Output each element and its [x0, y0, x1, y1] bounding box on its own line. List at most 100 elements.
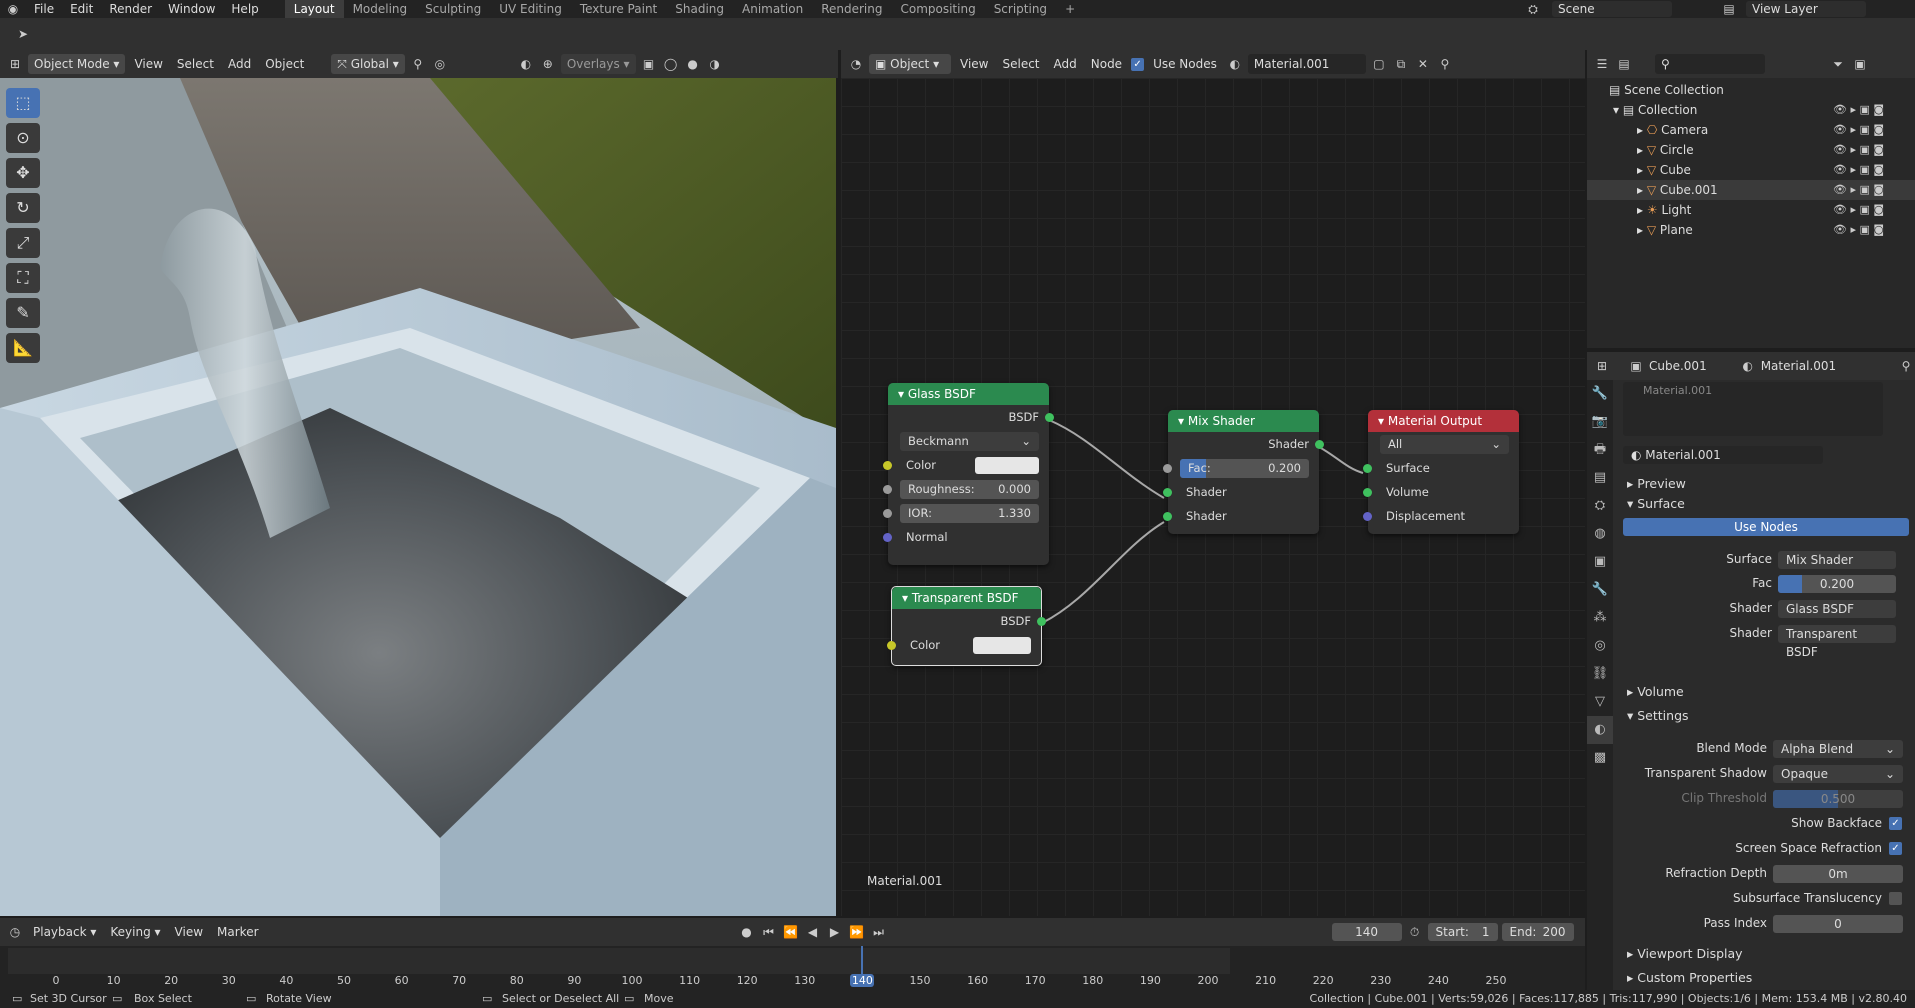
glass-bsdf-node[interactable]: ▾ Glass BSDF BSDF Beckmann ⌄ Color Roughn… — [883, 383, 1054, 565]
preview-range-icon[interactable]: ⏱ — [1406, 923, 1424, 941]
constraints-tab-icon[interactable]: ⛓ — [1587, 660, 1613, 688]
texture-tab-icon[interactable]: ▩ — [1587, 744, 1613, 772]
annotate-tool-icon[interactable]: ✎ — [6, 298, 40, 328]
unlink-material-icon[interactable]: ✕ — [1414, 55, 1432, 73]
use-nodes-button[interactable]: Use Nodes — [1623, 518, 1909, 536]
object-tab-icon[interactable]: ▣ — [1587, 548, 1613, 576]
shader1-prop-field[interactable]: Glass BSDF — [1778, 600, 1896, 618]
blend-mode-dropdown[interactable]: Alpha Blend ⌄ — [1773, 740, 1903, 758]
solid-shading-icon[interactable]: ● — [684, 55, 702, 73]
section-surface[interactable]: ▾ Surface — [1627, 496, 1685, 511]
scene-tab-icon[interactable]: ⛭ — [1587, 492, 1613, 520]
particles-tab-icon[interactable]: ⁂ — [1587, 604, 1613, 632]
outliner-search-field[interactable]: ⚲ — [1655, 54, 1765, 74]
material-name-field[interactable]: Material.001 — [1247, 54, 1366, 74]
timeline-menu-view[interactable]: View — [170, 923, 208, 941]
editor-type-icon[interactable]: ⊞ — [6, 55, 24, 73]
node-menu-select[interactable]: Select — [997, 55, 1044, 73]
jump-end-icon[interactable]: ⏭ — [870, 923, 888, 941]
frame-ruler[interactable]: 0 10 20 30 40 50 60 70 80 90 100 110 120 130 140 150 160… — [0, 974, 1585, 990]
transparent-bsdf-header[interactable]: ▾ Transparent BSDF — [892, 587, 1041, 609]
cursor-tool-icon[interactable]: ⊙ — [6, 123, 40, 153]
scale-tool-icon[interactable]: ⤢ — [6, 228, 40, 258]
select-box-tool-icon[interactable]: ⬚ — [6, 88, 40, 118]
glass-bsdf-output-socket[interactable] — [1045, 413, 1054, 422]
scene-selector[interactable]: Scene — [1552, 1, 1672, 17]
glass-bsdf-header[interactable]: ▾ Glass BSDF — [888, 383, 1049, 405]
tab-animation[interactable]: Animation — [733, 0, 812, 18]
subsurface-checkbox[interactable] — [1889, 892, 1902, 905]
tab-sculpting[interactable]: Sculpting — [416, 0, 490, 18]
visibility-icon[interactable]: 👁 ▸ ▣ ◙ — [1833, 220, 1913, 240]
playhead[interactable] — [861, 946, 864, 974]
fac-socket[interactable] — [1163, 464, 1172, 473]
material-tab-icon[interactable]: ◐ — [1587, 716, 1613, 744]
proportional-icon[interactable]: ◎ — [431, 55, 449, 73]
visibility-icon[interactable]: 👁 ▸ ▣ ◙ — [1833, 180, 1913, 200]
material-slot-list[interactable]: Material.001 — [1623, 382, 1883, 436]
output-target-dropdown[interactable]: All ⌄ — [1380, 435, 1509, 454]
use-nodes-checkbox[interactable]: ✓ — [1131, 57, 1145, 71]
timeline-menu-marker[interactable]: Marker — [212, 923, 263, 941]
viewport-menu-add[interactable]: Add — [223, 55, 256, 73]
snap-icon[interactable]: ⚲ — [409, 55, 427, 73]
menu-help[interactable]: Help — [223, 2, 266, 16]
surface-socket[interactable] — [1363, 464, 1372, 473]
move-tool-icon[interactable]: ✥ — [6, 158, 40, 188]
orientation-dropdown[interactable]: ⤧ Global ▾ — [331, 54, 405, 74]
node-menu-node[interactable]: Node — [1086, 55, 1127, 73]
display-mode-icon[interactable]: ▤ — [1615, 55, 1633, 73]
node-editor-type-icon[interactable]: ◔ — [847, 55, 865, 73]
displacement-socket[interactable] — [1363, 512, 1372, 521]
node-menu-add[interactable]: Add — [1049, 55, 1082, 73]
visibility-icon[interactable]: 👁 ▸ ▣ ◙ — [1833, 200, 1913, 220]
ssr-checkbox[interactable]: ✓ — [1889, 842, 1902, 855]
pass-index-field[interactable]: 0 — [1773, 915, 1903, 933]
refraction-depth-field[interactable]: 0m — [1773, 865, 1903, 883]
record-icon[interactable]: ● — [738, 923, 756, 941]
new-collection-icon[interactable]: ▣ — [1851, 55, 1869, 73]
section-custom-properties[interactable]: ▸ Custom Properties — [1627, 970, 1752, 985]
shader2-prop-field[interactable]: Transparent BSDF — [1778, 625, 1896, 659]
tab-modeling[interactable]: Modeling — [344, 0, 417, 18]
fac-prop-slider[interactable]: 0.200 — [1778, 575, 1896, 593]
view-layer-selector[interactable]: View Layer — [1746, 1, 1866, 17]
current-frame-field[interactable]: 140 — [1331, 923, 1402, 941]
ior-field[interactable]: IOR: 1.330 — [900, 504, 1039, 523]
timeline-menu-playback[interactable]: Playback ▾ — [28, 923, 101, 941]
menu-window[interactable]: Window — [160, 2, 223, 16]
start-frame-field[interactable]: Start: 1 — [1427, 923, 1498, 941]
viewport-menu-view[interactable]: View — [129, 55, 167, 73]
outliner-scene-collection[interactable]: ▤ Scene Collection — [1587, 80, 1915, 100]
world-tab-icon[interactable]: ◍ — [1587, 520, 1613, 548]
mix-shader1-socket[interactable] — [1163, 488, 1172, 497]
render-tab-icon[interactable]: 📷 — [1587, 408, 1613, 436]
viewport-menu-select[interactable]: Select — [172, 55, 219, 73]
section-preview[interactable]: ▸ Preview — [1627, 476, 1686, 491]
next-keyframe-icon[interactable]: ⏩ — [848, 923, 866, 941]
section-volume[interactable]: ▸ Volume — [1627, 684, 1684, 699]
mix-shader2-socket[interactable] — [1163, 512, 1172, 521]
xray-icon[interactable]: ▣ — [640, 55, 658, 73]
play-icon[interactable]: ▶ — [826, 923, 844, 941]
roughness-field[interactable]: Roughness: 0.000 — [900, 480, 1039, 499]
transform-tool-icon[interactable]: ⛶ — [6, 263, 40, 293]
mix-output-socket[interactable] — [1315, 440, 1324, 449]
ior-socket[interactable] — [883, 509, 892, 518]
menu-edit[interactable]: Edit — [62, 2, 101, 16]
node-editor[interactable]: ▾ Glass BSDF BSDF Beckmann ⌄ Color Roughn… — [841, 78, 1585, 916]
transparent-shadow-dropdown[interactable]: Opaque ⌄ — [1773, 765, 1903, 783]
visibility-icon[interactable]: ◐ — [517, 55, 535, 73]
mix-shader-header[interactable]: ▾ Mix Shader — [1168, 410, 1319, 432]
distribution-dropdown[interactable]: Beckmann ⌄ — [900, 432, 1039, 451]
tab-texture-paint[interactable]: Texture Paint — [571, 0, 666, 18]
output-tab-icon[interactable]: 🖶 — [1587, 436, 1613, 464]
menu-file[interactable]: File — [26, 2, 62, 16]
glass-color-swatch[interactable] — [975, 457, 1039, 474]
menu-render[interactable]: Render — [101, 2, 160, 16]
visibility-icon[interactable]: 👁 ▸ ▣ ◙ — [1833, 140, 1913, 160]
jump-start-icon[interactable]: ⏮ — [760, 923, 778, 941]
transparent-bsdf-node[interactable]: ▾ Transparent BSDF BSDF Color — [887, 586, 1046, 666]
prev-keyframe-icon[interactable]: ⏪ — [782, 923, 800, 941]
object-shader-dropdown[interactable]: ▣ Object ▾ — [869, 54, 951, 74]
